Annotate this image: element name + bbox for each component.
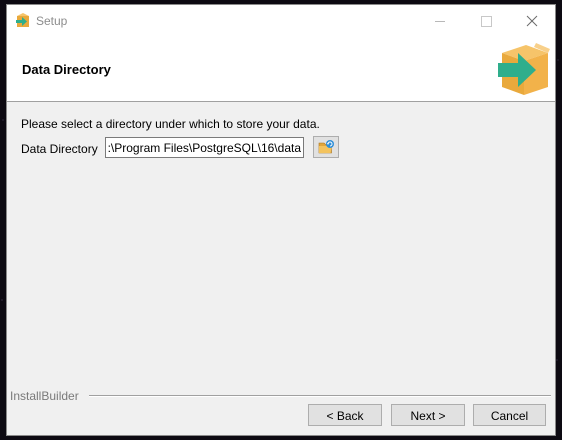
setup-window: Setup Data Directory Please select a dir… bbox=[6, 4, 556, 436]
close-button[interactable] bbox=[509, 5, 555, 37]
folder-browse-icon bbox=[318, 140, 334, 154]
installbuilder-brand: InstallBuilder bbox=[10, 389, 79, 403]
browse-button[interactable] bbox=[313, 136, 339, 158]
data-directory-input[interactable] bbox=[105, 137, 304, 158]
box-arrow-icon bbox=[498, 43, 550, 95]
page-title: Data Directory bbox=[22, 62, 111, 77]
title-bar[interactable]: Setup bbox=[7, 5, 555, 37]
window-title: Setup bbox=[36, 14, 68, 28]
footer-divider bbox=[89, 395, 551, 397]
page-header: Data Directory bbox=[7, 37, 555, 102]
minimize-icon bbox=[435, 21, 445, 22]
data-directory-label: Data Directory bbox=[21, 142, 98, 156]
next-button[interactable]: Next > bbox=[391, 404, 465, 426]
app-icon bbox=[16, 13, 29, 27]
instruction-text: Please select a directory under which to… bbox=[21, 117, 320, 131]
minimize-button[interactable] bbox=[417, 5, 463, 37]
close-icon bbox=[526, 15, 538, 27]
back-button[interactable]: < Back bbox=[308, 404, 382, 426]
maximize-button[interactable] bbox=[463, 5, 509, 37]
cancel-button[interactable]: Cancel bbox=[473, 404, 546, 426]
maximize-icon bbox=[481, 16, 492, 27]
